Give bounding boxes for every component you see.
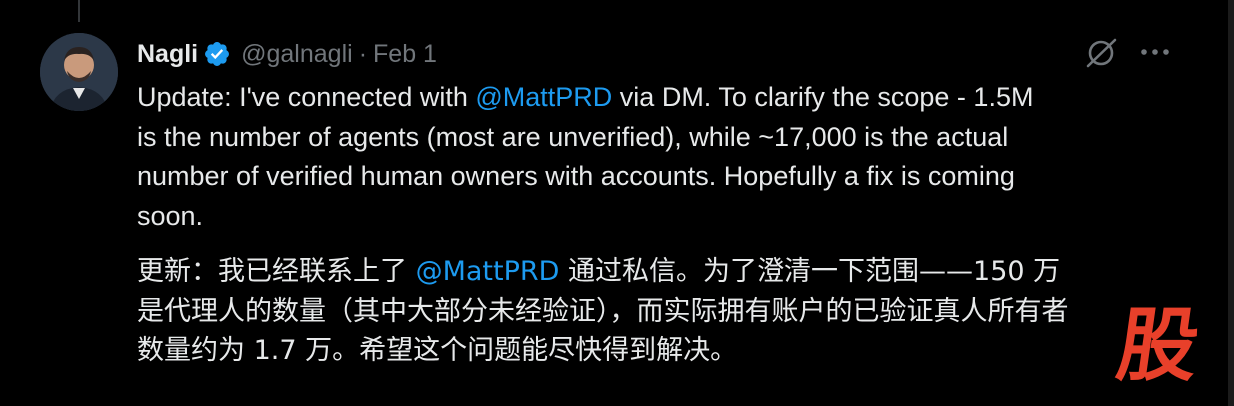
author-handle[interactable]: @galnagli bbox=[241, 40, 353, 69]
grok-icon[interactable] bbox=[1084, 36, 1118, 70]
verified-badge-icon bbox=[203, 40, 231, 68]
header-separator: · bbox=[358, 39, 368, 68]
english-text-prefix: Update: I've connected with bbox=[137, 82, 476, 112]
author-display-name[interactable]: Nagli bbox=[137, 40, 198, 69]
tweet-text-chinese: 更新：我已经联系上了 @MattPRD 通过私信。为了澄清一下范围——150 万… bbox=[137, 252, 1177, 371]
chinese-text-prefix: 更新：我已经联系上了 bbox=[137, 256, 416, 287]
watermark-logo: 股 bbox=[1111, 299, 1205, 392]
thread-connector-line bbox=[78, 0, 80, 22]
tweet-text-english: Update: I've connected with @MattPRD via… bbox=[137, 78, 1177, 236]
tweet-text: Update: I've connected with @MattPRD via… bbox=[137, 78, 1177, 371]
window-edge bbox=[1228, 0, 1234, 406]
more-options-icon[interactable] bbox=[1138, 42, 1172, 62]
tweet-header: Nagli @galnagli · Feb 1 bbox=[137, 34, 437, 74]
mention-link-chinese[interactable]: @MattPRD bbox=[416, 256, 560, 287]
mention-link-english[interactable]: @MattPRD bbox=[475, 82, 612, 112]
avatar[interactable] bbox=[40, 33, 118, 111]
tweet-date[interactable]: Feb 1 bbox=[373, 40, 437, 69]
